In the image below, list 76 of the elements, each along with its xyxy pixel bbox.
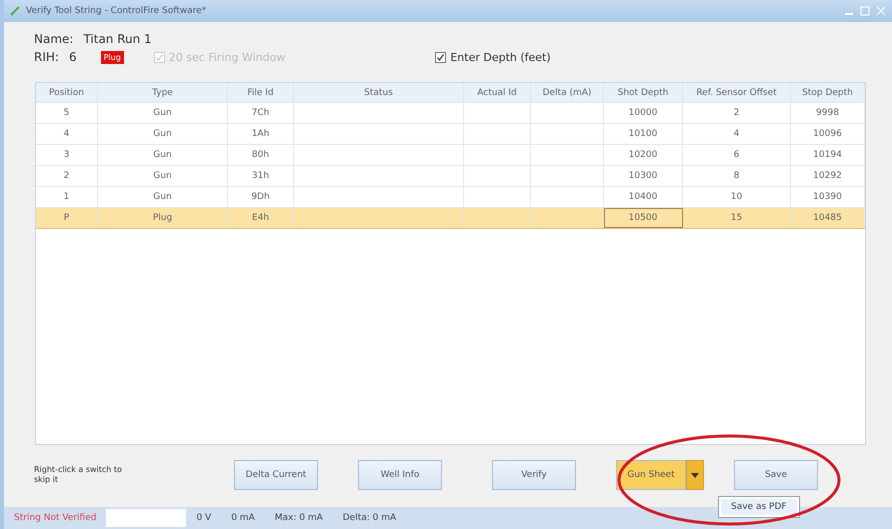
status-field: 0 V — [186, 513, 222, 523]
name-label: Name: — [34, 32, 74, 46]
table-cell: 4 — [683, 124, 791, 144]
status-field: 0 mA — [221, 513, 265, 523]
table-cell: 10500 — [604, 208, 683, 228]
table-cell: 1Ah — [228, 124, 294, 144]
table-cell: 2 — [36, 166, 98, 186]
table-cell: 9Dh — [228, 187, 294, 207]
column-header[interactable]: Shot Depth — [604, 83, 683, 102]
table-cell: 10096 — [791, 124, 865, 144]
table-row[interactable]: 4 Gun 1Ah 10100 4 10096 — [36, 124, 865, 145]
table-cell: Gun — [98, 103, 228, 123]
menu-item[interactable]: Save as PDF — [721, 499, 797, 515]
table-cell: Gun — [98, 187, 228, 207]
column-header[interactable]: File Id — [228, 83, 294, 102]
window-title: Verify Tool String - ControlFire Software* — [26, 6, 206, 16]
maximize-icon[interactable] — [860, 6, 870, 16]
table-cell: 8 — [683, 166, 791, 186]
table-cell: 10000 — [604, 103, 683, 123]
action-button[interactable]: Well Info — [358, 460, 442, 490]
column-header[interactable]: Actual Id — [464, 83, 531, 102]
plug-badge: Plug — [100, 50, 124, 64]
action-button[interactable]: Verify — [492, 460, 576, 490]
table-cell: 15 — [683, 208, 791, 228]
table-cell: 80h — [228, 145, 294, 165]
table-row[interactable]: 5 Gun 7Ch 10000 2 9998 — [36, 103, 865, 124]
gun-sheet-button[interactable]: Gun Sheet — [616, 460, 686, 490]
table-cell: Gun — [98, 166, 228, 186]
table-cell: 10 — [683, 187, 791, 207]
table-cell: Gun — [98, 124, 228, 144]
table-cell: 10485 — [791, 208, 865, 228]
checkmark-icon — [154, 52, 164, 62]
table-cell: 10194 — [791, 145, 865, 165]
rih-label: RIH: — [34, 50, 59, 64]
close-icon[interactable] — [876, 6, 886, 16]
name-value: Titan Run 1 — [83, 32, 152, 46]
table-cell: 3 — [36, 145, 98, 165]
column-header[interactable]: Type — [98, 83, 228, 102]
table-cell: 2 — [683, 103, 791, 123]
hint-text: Right-click a switch to skip it — [34, 465, 123, 485]
column-header[interactable]: Status — [294, 83, 464, 102]
action-button[interactable]: Save — [734, 460, 818, 490]
table-cell: P — [36, 208, 98, 228]
table-cell: 6 — [683, 145, 791, 165]
table-cell: 10390 — [791, 187, 865, 207]
table-cell: 10200 — [604, 145, 683, 165]
column-header[interactable]: Stop Depth — [791, 83, 865, 102]
table-row[interactable]: P Plug E4h 10500 15 10485 — [36, 208, 865, 229]
status-field: Max: 0 mA — [264, 513, 333, 523]
table-cell: 10100 — [604, 124, 683, 144]
column-header[interactable]: Position — [36, 83, 98, 102]
rih-value: 6 — [68, 50, 77, 64]
column-header[interactable]: Ref. Sensor Offset — [683, 83, 791, 102]
table-cell: 9998 — [791, 103, 865, 123]
table-cell: 1 — [36, 187, 98, 207]
table-cell: Plug — [98, 208, 228, 228]
table-cell: 7Ch — [228, 103, 294, 123]
checkmark-icon — [436, 52, 446, 62]
table-row[interactable]: 1 Gun 9Dh 10400 10 10390 — [36, 187, 865, 208]
caret-icon — [691, 472, 699, 478]
table-cell: 4 — [36, 124, 98, 144]
dropdown-button[interactable] — [686, 460, 704, 490]
table-cell: 5 — [36, 103, 98, 123]
table-row[interactable]: 3 Gun 80h 10200 6 10194 — [36, 145, 865, 166]
status-text: String Not Verified — [13, 513, 98, 523]
column-header[interactable]: Delta (mA) — [531, 83, 604, 102]
table-cell: 10300 — [604, 166, 683, 186]
action-button[interactable]: Delta Current — [234, 460, 318, 490]
table-cell: 10292 — [791, 166, 865, 186]
table-cell: Gun — [98, 145, 228, 165]
app-icon — [10, 6, 20, 16]
table-cell: E4h — [228, 208, 294, 228]
status-field: Delta: 0 mA — [332, 513, 406, 523]
table-cell: 10400 — [604, 187, 683, 207]
table-row[interactable]: 2 Gun 31h 10300 8 10292 — [36, 166, 865, 187]
table-cell: 31h — [228, 166, 294, 186]
